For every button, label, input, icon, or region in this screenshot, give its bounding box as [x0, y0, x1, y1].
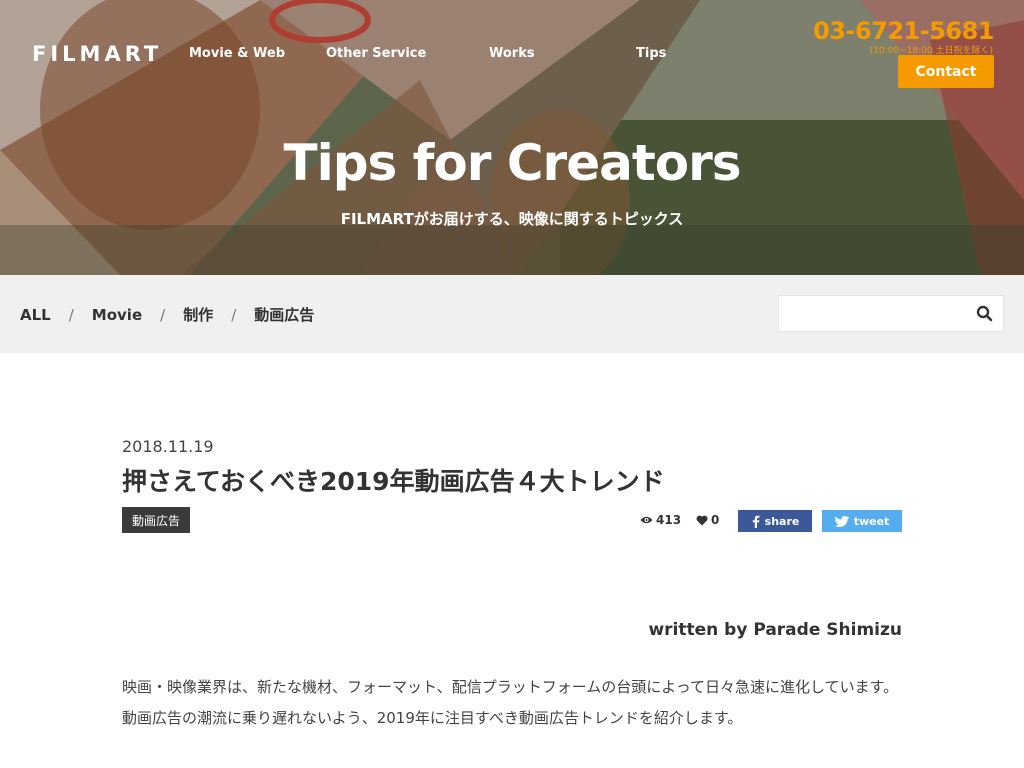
article-date: 2018.11.19 [122, 437, 214, 456]
breadcrumb-production[interactable]: 制作 [183, 304, 213, 325]
article-tag[interactable]: 動画広告 [122, 507, 191, 533]
nav-movie-web[interactable]: Movie & Web [189, 46, 285, 61]
nav-other-service[interactable]: Other Service [326, 46, 426, 61]
page-subtitle: FILMARTがお届けする、映像に関するトピックス [340, 210, 684, 228]
like-count[interactable]: 0 [696, 513, 719, 527]
article-intro: 映画・映像業界は、新たな機材、フォーマット、配信プラットフォームの台頭によって日… [122, 678, 899, 727]
nav-works[interactable]: Works [489, 46, 535, 61]
search-icon[interactable] [976, 305, 993, 322]
article-author: written by Parade Shimizu [648, 620, 902, 640]
main-nav: Movie & Web Other Service Works Tips [0, 46, 760, 66]
nav-tips[interactable]: Tips [636, 46, 666, 61]
page-title: Tips for Creators [283, 134, 741, 192]
breadcrumb-all[interactable]: ALL [20, 306, 51, 324]
breadcrumb-separator: / [160, 305, 166, 324]
category-bar: ALL / Movie / 制作 / 動画広告 [0, 275, 1024, 353]
hero-banner: FILMART Movie & Web Other Service Works … [0, 0, 1024, 275]
facebook-share-button[interactable]: share [738, 510, 812, 532]
twitter-icon [834, 515, 849, 527]
search-box [778, 295, 1004, 332]
breadcrumb: ALL / Movie / 制作 / 動画広告 [20, 304, 314, 325]
article-title: 押さえておくべき2019年動画広告４大トレンド [122, 467, 665, 496]
view-count-value: 413 [656, 513, 682, 527]
facebook-icon [752, 515, 760, 528]
contact-button[interactable]: Contact [898, 55, 994, 88]
breadcrumb-video-ads[interactable]: 動画広告 [254, 304, 314, 325]
heart-icon[interactable] [696, 515, 708, 526]
breadcrumb-movie[interactable]: Movie [92, 306, 142, 324]
share-label: share [764, 514, 800, 528]
search-input[interactable] [779, 296, 969, 331]
view-count: 413 [640, 513, 681, 527]
breadcrumb-separator: / [231, 305, 237, 324]
twitter-tweet-button[interactable]: tweet [822, 510, 902, 532]
breadcrumb-separator: / [68, 305, 74, 324]
like-count-value: 0 [711, 513, 720, 527]
phone-number[interactable]: 03-6721-5681 [813, 17, 994, 45]
eye-icon [640, 516, 653, 524]
tweet-label: tweet [853, 514, 890, 528]
